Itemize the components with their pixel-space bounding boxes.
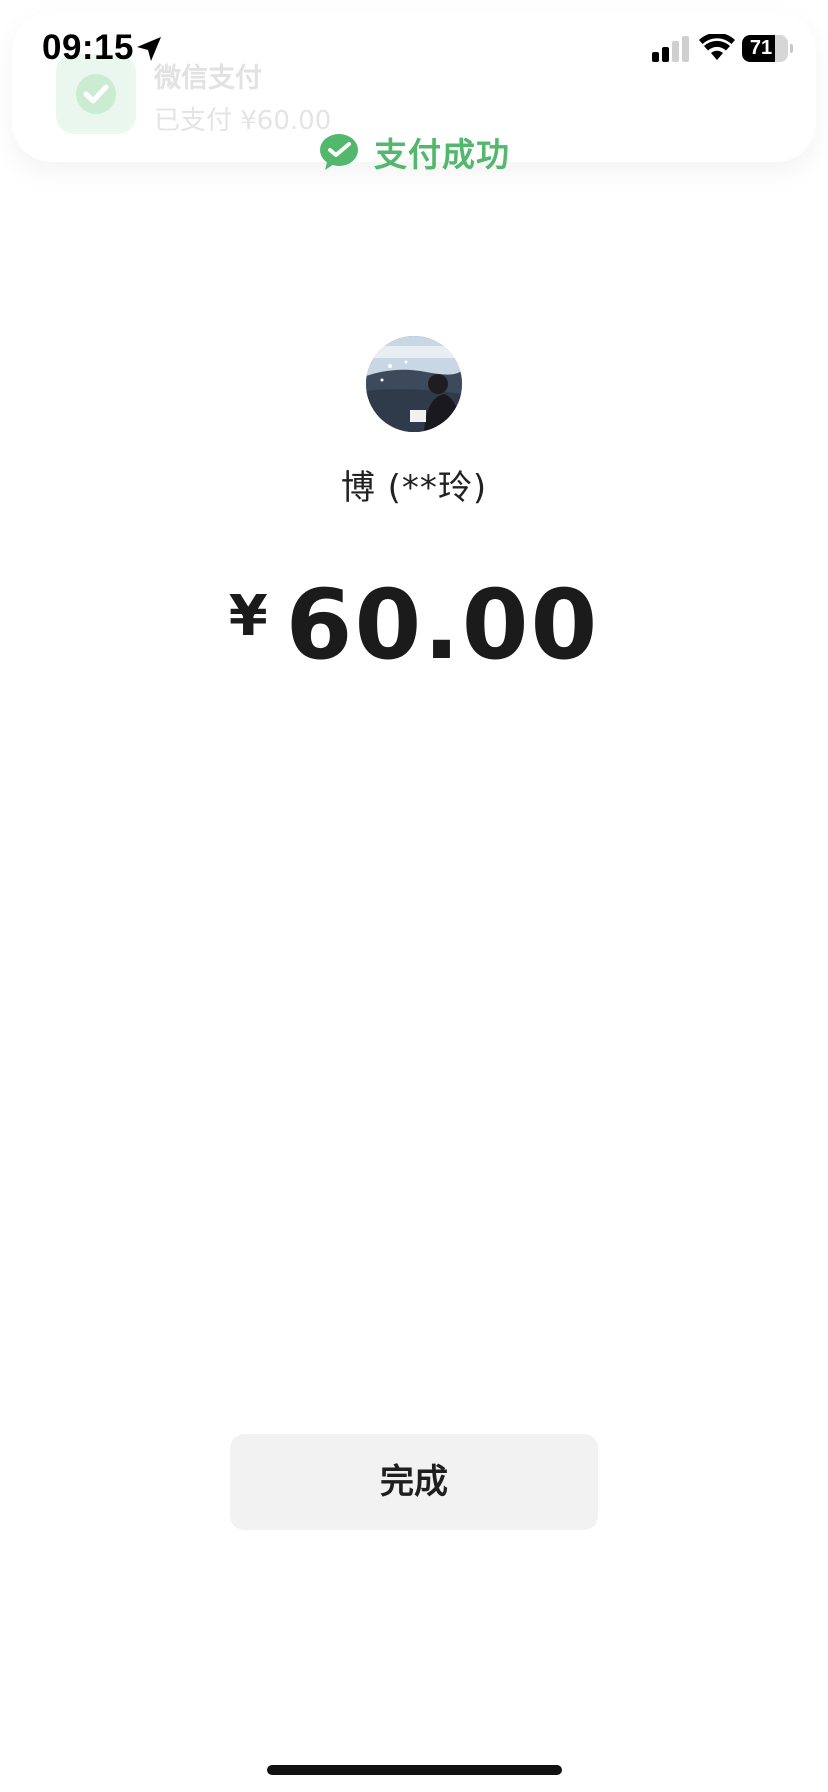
amount-value: 60.00 (285, 569, 600, 681)
wechat-pay-icon (320, 134, 358, 170)
status-time: 09:15 (42, 28, 135, 67)
battery-level: 71 (749, 37, 773, 59)
payee-name: 博 (**玲) (340, 468, 488, 508)
wifi-icon (699, 34, 735, 60)
status-bar: 09:15 71 (0, 0, 828, 96)
payment-success-title: 支付成功 (374, 135, 510, 174)
payment-success-header: 支付成功 (0, 128, 828, 176)
avatar (366, 336, 462, 432)
home-indicator[interactable] (267, 1765, 562, 1775)
cellular-signal-icon (652, 36, 689, 62)
battery-icon: 71 (742, 35, 793, 62)
done-button[interactable]: 完成 (230, 1434, 598, 1530)
payment-amount: ¥60.00 (0, 570, 828, 680)
location-arrow-icon (137, 37, 161, 61)
currency-symbol: ¥ (228, 584, 268, 649)
